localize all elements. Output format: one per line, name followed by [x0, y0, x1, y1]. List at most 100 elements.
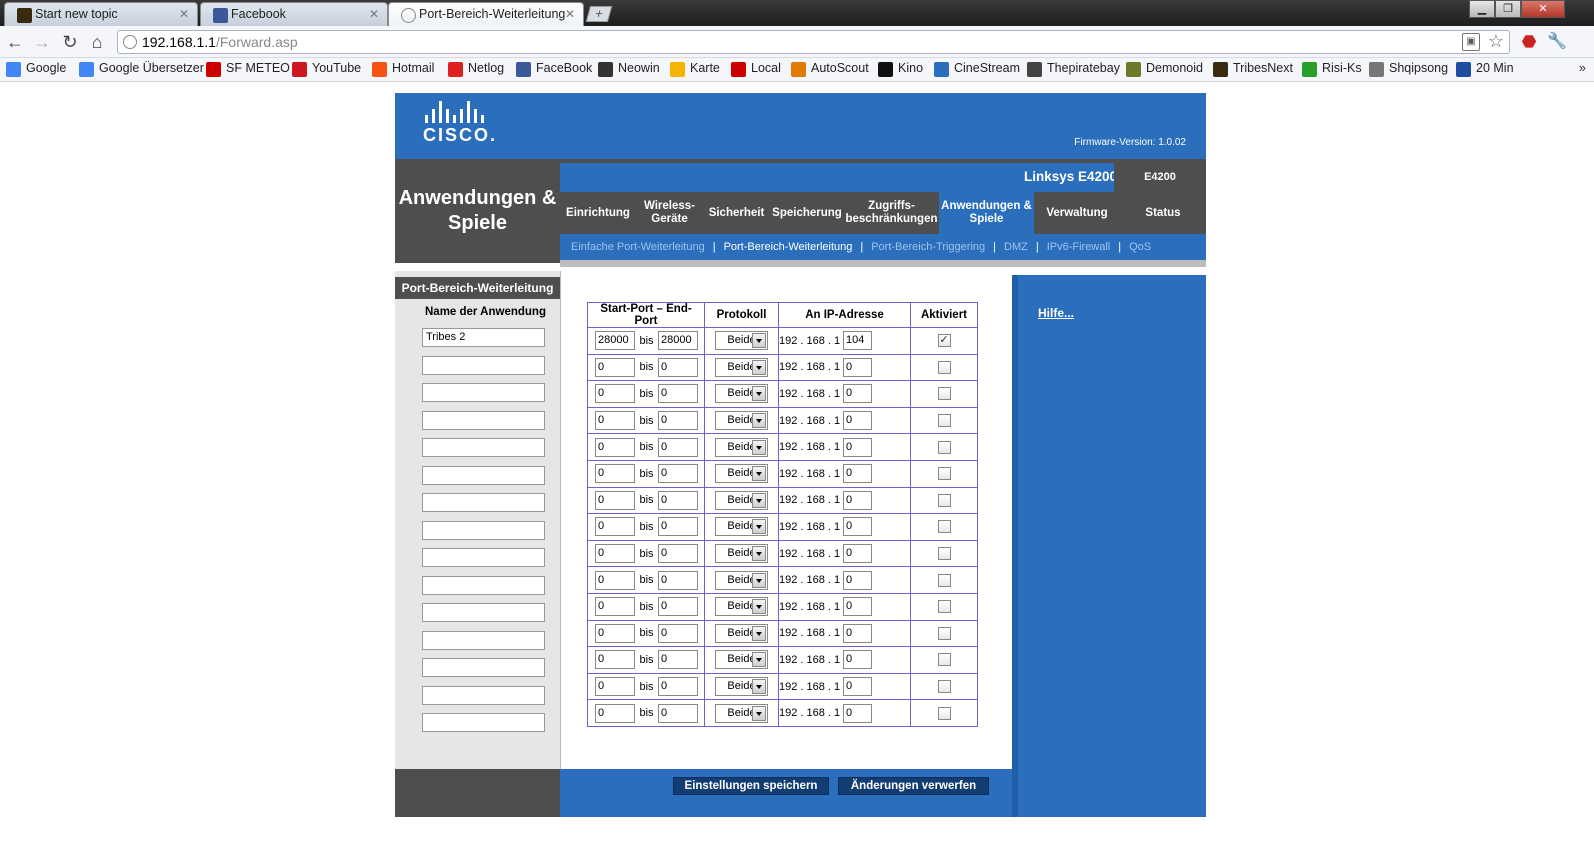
ip-last-octet-input[interactable]: 104 — [843, 331, 872, 351]
more-bookmarks-icon[interactable]: » — [1579, 60, 1586, 75]
bookmark-item[interactable]: Thepiratebay — [1027, 61, 1120, 77]
protocol-select[interactable]: Beide — [715, 437, 768, 457]
main-tab-6[interactable]: Anwendungen & Spiele — [939, 192, 1034, 234]
protocol-select[interactable]: Beide — [715, 490, 768, 510]
bookmark-star-icon[interactable]: ☆ — [1488, 31, 1504, 52]
start-port-input[interactable]: 28000 — [595, 331, 635, 351]
enabled-checkbox[interactable] — [937, 573, 951, 587]
protocol-select[interactable]: Beide — [715, 331, 768, 351]
enabled-checkbox[interactable]: ✓ — [937, 334, 951, 348]
protocol-select[interactable]: Beide — [715, 597, 768, 617]
help-link[interactable]: Hilfe... — [1038, 306, 1074, 320]
close-window-button[interactable]: ✕ — [1521, 0, 1565, 18]
bookmark-item[interactable]: Local — [731, 61, 781, 77]
main-tab-2[interactable]: Wireless- Geräte — [636, 192, 703, 234]
start-port-input[interactable]: 0 — [595, 570, 635, 590]
reload-icon[interactable]: ↻ — [59, 31, 81, 53]
ip-last-octet-input[interactable]: 0 — [843, 437, 872, 457]
enabled-checkbox[interactable] — [937, 547, 951, 561]
app-name-input[interactable] — [422, 383, 545, 402]
main-tab-7[interactable]: Verwaltung — [1034, 192, 1120, 234]
app-name-input[interactable] — [422, 630, 545, 650]
app-name-input[interactable] — [422, 355, 545, 375]
sub-tab-3[interactable]: Port-Bereich-Triggering — [871, 241, 985, 253]
bookmark-item[interactable]: Karte — [670, 61, 720, 77]
bookmark-item[interactable]: Neowin — [598, 61, 660, 77]
start-port-input[interactable]: 0 — [595, 650, 635, 670]
back-arrow-icon[interactable]: ← — [4, 31, 26, 53]
protocol-select[interactable]: Beide — [715, 544, 768, 564]
protocol-select[interactable]: Beide — [715, 384, 768, 404]
ip-last-octet-input[interactable]: 0 — [843, 464, 872, 484]
browser-tab-start-new-topic[interactable]: Start new topic ✕ — [4, 2, 198, 26]
app-name-input[interactable] — [422, 548, 545, 567]
start-port-input[interactable]: 0 — [595, 703, 635, 723]
app-name-input[interactable] — [422, 493, 545, 512]
app-name-input[interactable] — [422, 465, 545, 485]
sub-tab-4[interactable]: DMZ — [1004, 241, 1028, 253]
end-port-input[interactable]: 0 — [658, 677, 698, 697]
tab-close-icon[interactable]: ✕ — [179, 7, 189, 21]
app-name-input[interactable] — [422, 438, 545, 457]
start-port-input[interactable]: 0 — [595, 384, 635, 404]
protocol-select[interactable]: Beide — [715, 703, 768, 723]
end-port-input[interactable]: 0 — [658, 411, 698, 431]
enabled-checkbox[interactable] — [937, 493, 951, 507]
start-port-input[interactable]: 0 — [595, 597, 635, 617]
protocol-select[interactable]: Beide — [715, 623, 768, 643]
sub-tab-2[interactable]: Port-Bereich-Weiterleitung — [724, 241, 853, 253]
ip-last-octet-input[interactable]: 0 — [843, 411, 872, 431]
end-port-input[interactable]: 0 — [658, 384, 698, 404]
ip-last-octet-input[interactable]: 0 — [843, 384, 872, 404]
enabled-checkbox[interactable] — [937, 706, 951, 720]
browser-tab-port-forwarding[interactable]: Port-Bereich-Weiterleitung ✕ — [388, 2, 584, 26]
home-icon[interactable]: ⌂ — [86, 31, 108, 53]
main-tab-5[interactable]: Zugriffs-beschränkungen — [844, 192, 939, 234]
end-port-input[interactable]: 0 — [658, 544, 698, 564]
bookmark-item[interactable]: CineStream — [934, 61, 1020, 77]
enabled-checkbox[interactable] — [937, 360, 951, 374]
end-port-input[interactable]: 0 — [658, 597, 698, 617]
enabled-checkbox[interactable] — [937, 440, 951, 454]
start-port-input[interactable]: 0 — [595, 411, 635, 431]
app-name-input[interactable] — [422, 520, 545, 540]
end-port-input[interactable]: 0 — [658, 357, 698, 377]
wrench-icon[interactable]: 🔧 — [1546, 31, 1568, 53]
end-port-input[interactable]: 0 — [658, 650, 698, 670]
adblock-icon[interactable]: ⬣ — [1518, 31, 1540, 53]
ip-last-octet-input[interactable]: 0 — [843, 357, 872, 377]
app-name-input[interactable] — [422, 658, 545, 677]
end-port-input[interactable]: 0 — [658, 517, 698, 537]
end-port-input[interactable]: 0 — [658, 570, 698, 590]
protocol-select[interactable]: Beide — [715, 357, 768, 377]
protocol-select[interactable]: Beide — [715, 411, 768, 431]
bookmark-item[interactable]: Google Übersetzer — [79, 61, 204, 77]
main-tab-3[interactable]: Sicherheit — [703, 192, 770, 234]
start-port-input[interactable]: 0 — [595, 623, 635, 643]
bookmark-item[interactable]: Demonoid — [1126, 61, 1203, 77]
protocol-select[interactable]: Beide — [715, 677, 768, 697]
app-name-input[interactable] — [422, 603, 545, 622]
bookmark-item[interactable]: YouTube — [292, 61, 361, 77]
end-port-input[interactable]: 28000 — [658, 331, 698, 351]
main-tab-4[interactable]: Speicherung — [770, 192, 844, 234]
tab-close-icon[interactable]: ✕ — [565, 7, 575, 21]
bookmark-item[interactable]: Risi-Ks — [1302, 61, 1362, 77]
bookmark-item[interactable]: Google — [6, 61, 66, 77]
save-settings-button[interactable]: Einstellungen speichern — [673, 777, 829, 795]
bookmark-item[interactable]: SF METEO — [206, 61, 290, 77]
start-port-input[interactable]: 0 — [595, 437, 635, 457]
ip-last-octet-input[interactable]: 0 — [843, 703, 872, 723]
maximize-window-button[interactable]: ❐ — [1495, 0, 1521, 18]
tab-close-icon[interactable]: ✕ — [369, 7, 379, 21]
forward-arrow-icon[interactable]: → — [31, 31, 53, 53]
start-port-input[interactable]: 0 — [595, 677, 635, 697]
bookmark-item[interactable]: 20 Min — [1456, 61, 1514, 77]
new-tab-button[interactable]: + — [585, 6, 613, 22]
ip-last-octet-input[interactable]: 0 — [843, 650, 872, 670]
ip-last-octet-input[interactable]: 0 — [843, 544, 872, 564]
discard-changes-button[interactable]: Änderungen verwerfen — [838, 777, 989, 795]
app-name-input[interactable] — [422, 410, 545, 430]
bookmark-item[interactable]: Shqipsong — [1369, 61, 1448, 77]
main-tab-1[interactable]: Einrichtung — [560, 192, 636, 234]
